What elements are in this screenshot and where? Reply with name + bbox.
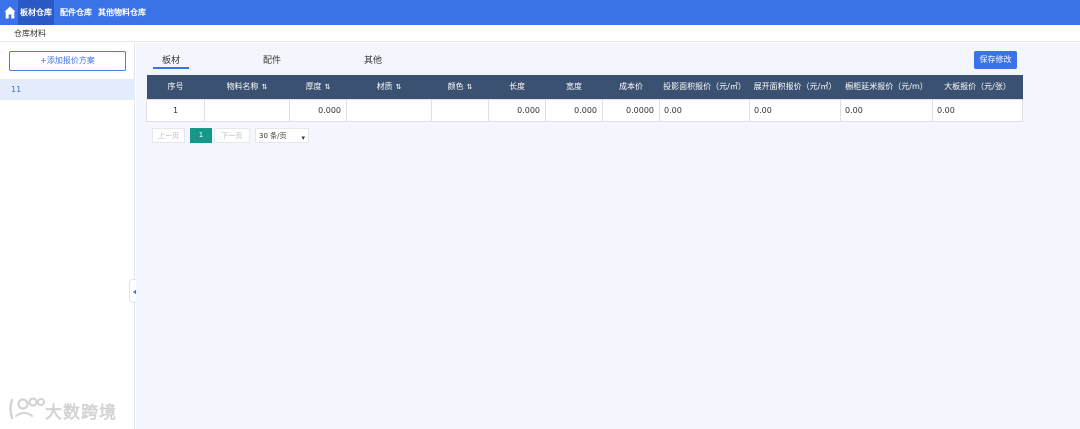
cell-color[interactable] [431,98,489,122]
sub-navigation-bar: 仓库材料 [0,25,1080,42]
top-tab-board-warehouse[interactable]: 板材仓库 [18,0,54,25]
page-size-value: 30 条/页 [259,132,287,140]
top-tab-accessory-warehouse[interactable]: 配件仓库 [58,0,94,25]
sort-icon[interactable]: ⇅ [325,83,331,91]
top-navigation-bar: 板材仓库 配件仓库 其他物料仓库 [0,0,1080,25]
header-cabinet-linear-price: 橱柜延米报价（元/m） [840,75,933,99]
cell-length[interactable]: 0.000 [488,98,546,122]
cell-index: 1 [146,98,205,122]
cell-projected-area-price[interactable]: 0.00 [659,98,750,122]
header-material-name[interactable]: 物料名称 ⇅ [204,75,290,99]
save-changes-button[interactable]: 保存修改 [974,51,1017,69]
header-cost-price: 成本价 [602,75,660,99]
header-thickness[interactable]: 厚度 ⇅ [289,75,347,99]
cell-material-name[interactable] [204,98,290,122]
header-large-board-price: 大板报价（元/张） [932,75,1023,99]
header-length: 长度 [488,75,546,99]
sidebar: +添加报价方案 11 [0,43,135,429]
main-panel: 板材 配件 其他 保存修改 序号 物料名称 ⇅ 厚度 ⇅ 材质 ⇅ 颜色 ⇅ 长度 宽度… [136,43,1080,429]
header-index: 序号 [146,75,205,99]
active-tab-indicator [153,67,189,69]
header-color[interactable]: 颜色 ⇅ [431,75,489,99]
table-header-row: 序号 物料名称 ⇅ 厚度 ⇅ 材质 ⇅ 颜色 ⇅ 长度 宽度 成本价 投影面积报价（元/… [146,75,1023,99]
next-page-button[interactable]: 下一页 [214,128,250,143]
breadcrumb-warehouse-materials[interactable]: 仓库材料 [14,28,46,39]
cell-unfolded-area-price[interactable]: 0.00 [749,98,841,122]
header-unfolded-area-price: 展开面积报价（元/㎡） [749,75,841,99]
tab-other[interactable]: 其他 [364,53,382,66]
cell-material[interactable] [346,98,432,122]
cell-cabinet-linear-price[interactable]: 0.00 [840,98,933,122]
table-row: 1 0.000 0.000 0.000 0.0000 0.00 0.00 0.0… [146,98,1023,122]
add-quote-plan-button[interactable]: +添加报价方案 [9,51,126,71]
header-width: 宽度 [545,75,603,99]
watermark-logo-icon [9,397,45,420]
chevron-down-icon: ▾ [301,134,305,142]
page-number-button[interactable]: 1 [190,128,212,143]
top-tab-other-material-warehouse[interactable]: 其他物料仓库 [96,0,148,25]
tab-accessories[interactable]: 配件 [263,53,281,66]
sort-icon[interactable]: ⇅ [467,83,473,91]
sidebar-item-plan[interactable]: 11 [0,79,135,100]
sort-icon[interactable]: ⇅ [396,83,402,91]
previous-page-button[interactable]: 上一页 [152,128,185,143]
cell-cost-price[interactable]: 0.0000 [602,98,660,122]
page-size-select[interactable]: 30 条/页 ▾ [255,128,309,143]
home-icon[interactable] [4,6,16,19]
cell-large-board-price[interactable]: 0.00 [932,98,1023,122]
tab-board[interactable]: 板材 [162,53,180,66]
cell-width[interactable]: 0.000 [545,98,603,122]
cell-thickness[interactable]: 0.000 [289,98,347,122]
watermark-text: 大数跨境 [45,403,117,423]
materials-table: 序号 物料名称 ⇅ 厚度 ⇅ 材质 ⇅ 颜色 ⇅ 长度 宽度 成本价 投影面积报价（元/… [146,75,1023,122]
sort-icon[interactable]: ⇅ [262,83,268,91]
header-projected-area-price: 投影面积报价（元/㎡） [659,75,750,99]
header-material[interactable]: 材质 ⇅ [346,75,432,99]
